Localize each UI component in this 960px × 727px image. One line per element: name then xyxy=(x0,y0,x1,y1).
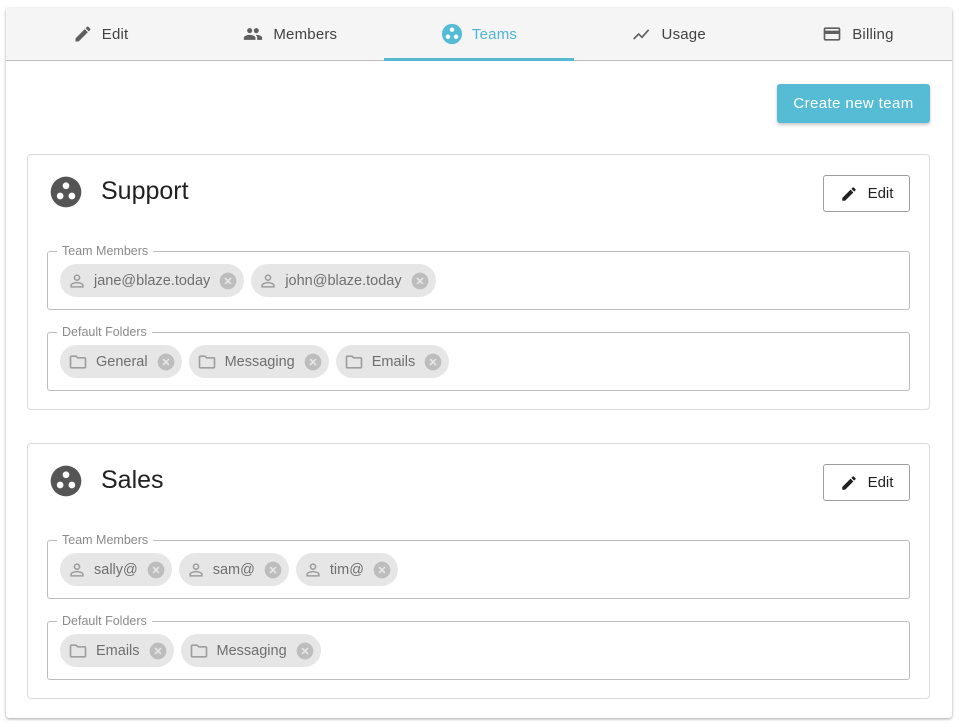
chip-label: sam@ xyxy=(212,561,255,578)
edit-label: Edit xyxy=(867,474,894,491)
folder-chip: Messaging xyxy=(188,345,329,378)
trend-icon xyxy=(632,29,649,40)
pencil-icon xyxy=(75,26,91,42)
member-chip: jane@blaze.today xyxy=(60,264,245,297)
folder-chip: Emails xyxy=(335,345,450,378)
tab-teams[interactable]: Teams xyxy=(384,8,574,61)
credit-card-icon xyxy=(823,27,841,41)
folder-chips: General Messaging Emails xyxy=(60,345,456,378)
team-members-field: Team Members jane@blaze.today john@blaze… xyxy=(47,243,910,310)
tab-billing[interactable]: Billing xyxy=(763,8,952,60)
folder-icon xyxy=(345,354,363,369)
team-card: Sales Edit Team Members sally@ sam@ tim@… xyxy=(27,443,930,699)
tab-label: Teams xyxy=(471,25,518,43)
toolbar: Create new team xyxy=(6,61,952,153)
folder-chip: Emails xyxy=(60,634,174,667)
tab-bar: Edit Members Teams Usage Billing xyxy=(6,8,952,61)
tab-usage[interactable]: Usage xyxy=(574,8,763,60)
team-header: Support Edit xyxy=(28,155,929,230)
remove-chip-icon[interactable] xyxy=(423,352,443,372)
remove-chip-icon[interactable] xyxy=(148,641,168,661)
people-icon xyxy=(244,28,263,40)
default-folders-field: Default Folders General Messaging Emails xyxy=(47,324,910,391)
team-name: Sales xyxy=(101,466,164,494)
member-chip: sally@ xyxy=(60,553,172,586)
team-icon xyxy=(441,23,462,45)
folder-icon xyxy=(190,643,207,658)
folder-icon xyxy=(198,354,215,369)
teams-panel: Edit Members Teams Usage Billing Create … xyxy=(6,8,952,718)
team-header: Sales Edit xyxy=(28,444,929,519)
remove-chip-icon[interactable] xyxy=(263,560,283,580)
chip-label: john@blaze.today xyxy=(285,272,402,289)
member-chip: john@blaze.today xyxy=(251,264,436,297)
pencil-icon xyxy=(841,186,856,201)
person-icon xyxy=(261,273,275,288)
chip-label: tim@ xyxy=(329,561,364,578)
chip-label: jane@blaze.today xyxy=(94,272,211,289)
create-new-team-button[interactable]: Create new team xyxy=(777,84,930,123)
chip-label: sally@ xyxy=(94,561,138,578)
field-legend: Team Members xyxy=(57,243,154,259)
member-chip: tim@ xyxy=(295,553,398,586)
person-icon xyxy=(70,273,84,288)
tab-edit[interactable]: Edit xyxy=(6,8,195,60)
pencil-icon xyxy=(841,475,856,490)
remove-chip-icon[interactable] xyxy=(295,641,315,661)
remove-chip-icon[interactable] xyxy=(156,352,176,372)
edit-team-button[interactable]: Edit xyxy=(823,175,910,212)
field-legend: Default Folders xyxy=(57,324,152,340)
tab-label: Billing xyxy=(852,25,894,43)
remove-chip-icon[interactable] xyxy=(218,271,238,291)
chip-label: Emails xyxy=(96,642,140,659)
chip-label: Messaging xyxy=(224,353,295,370)
chip-label: Messaging xyxy=(216,642,287,659)
member-chip: sam@ xyxy=(178,553,289,586)
team-icon xyxy=(50,465,82,497)
folder-chips: Emails Messaging xyxy=(60,634,328,667)
folder-icon xyxy=(69,354,87,369)
folder-icon xyxy=(69,643,87,658)
remove-chip-icon[interactable] xyxy=(372,560,392,580)
remove-chip-icon[interactable] xyxy=(146,560,166,580)
folder-chip: General xyxy=(60,345,182,378)
member-chips: sally@ sam@ tim@ xyxy=(60,553,405,586)
person-icon xyxy=(189,562,203,577)
edit-label: Edit xyxy=(867,185,894,202)
team-name: Support xyxy=(101,177,189,205)
default-folders-field: Default Folders Emails Messaging xyxy=(47,613,910,680)
field-legend: Team Members xyxy=(57,532,154,548)
tab-label: Members xyxy=(273,25,338,43)
person-icon xyxy=(306,562,320,577)
team-card: Support Edit Team Members jane@blaze.tod… xyxy=(27,154,930,410)
tab-label: Edit xyxy=(101,25,129,43)
folder-chip: Messaging xyxy=(180,634,321,667)
person-icon xyxy=(70,562,84,577)
team-icon xyxy=(50,176,82,208)
field-legend: Default Folders xyxy=(57,613,152,629)
team-members-field: Team Members sally@ sam@ tim@ xyxy=(47,532,910,599)
tab-label: Usage xyxy=(661,25,706,43)
chip-label: Emails xyxy=(371,353,416,370)
member-chips: jane@blaze.today john@blaze.today xyxy=(60,264,443,297)
remove-chip-icon[interactable] xyxy=(410,271,430,291)
chip-label: General xyxy=(96,353,148,370)
remove-chip-icon[interactable] xyxy=(303,352,323,372)
tab-members[interactable]: Members xyxy=(195,8,384,60)
edit-team-button[interactable]: Edit xyxy=(823,464,910,501)
